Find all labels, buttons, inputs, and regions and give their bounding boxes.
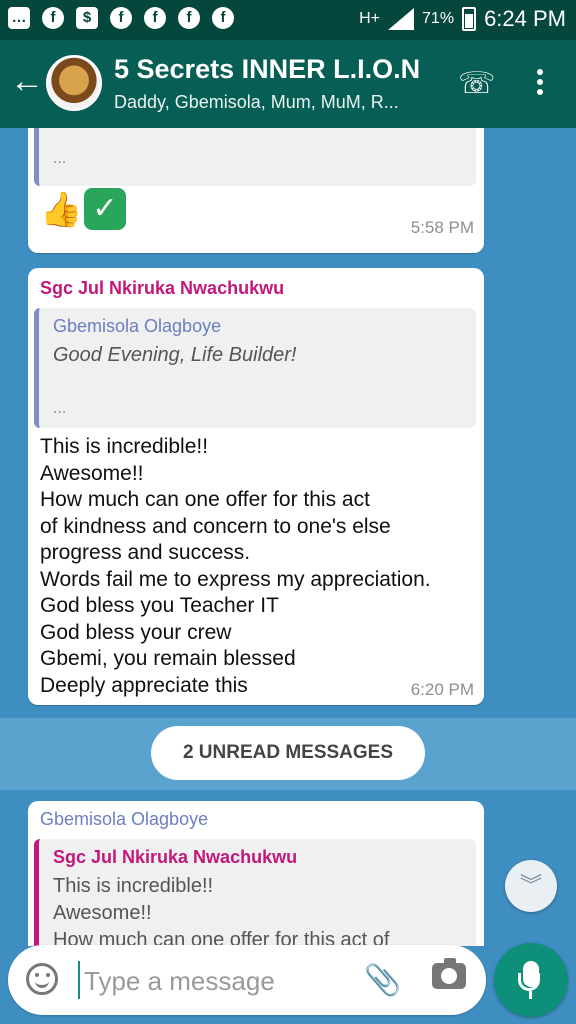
sender-name[interactable]: Sgc Jul Nkiruka Nwachukwu — [40, 278, 284, 299]
add-call-icon[interactable]: ☏ — [458, 66, 496, 101]
messages-notification-icon: … — [8, 7, 30, 29]
unread-divider: 2 UNREAD MESSAGES — [0, 718, 576, 790]
facebook-notification-icon-4: f — [178, 7, 200, 29]
camera-icon[interactable] — [432, 958, 466, 989]
emoji-icon[interactable] — [26, 963, 58, 995]
facebook-notification-icon-2: f — [110, 7, 132, 29]
voice-message-button[interactable] — [494, 943, 568, 1017]
facebook-notification-icon-5: f — [212, 7, 234, 29]
thumbs-up-icon: 👍 — [40, 191, 83, 229]
message-composer[interactable]: 📎 — [8, 945, 486, 1015]
message-time: 5:58 PM — [410, 218, 474, 237]
quoted-message[interactable]: Sgc Jul Nkiruka Nwachukwu This is incred… — [34, 839, 476, 946]
quote-text: This is incredible!! Awesome!! How much … — [53, 875, 390, 946]
message-time: 6:20 PM — [410, 680, 474, 699]
sender-name[interactable]: Gbemisola Olagboye — [40, 809, 208, 830]
text-cursor — [78, 961, 80, 999]
microphone-stand — [518, 973, 540, 991]
microphone-base — [529, 991, 532, 999]
group-avatar[interactable] — [46, 55, 102, 111]
chat-area[interactable]: ... 👍 ✓ 5:58 PM Sgc Jul Nkiruka Nwachukw… — [0, 128, 576, 946]
message-bubble[interactable]: Sgc Jul Nkiruka Nwachukwu Gbemisola Olag… — [28, 268, 484, 705]
quote-text: Good Evening, Life Builder! — [53, 344, 297, 366]
battery-percent: 71% — [422, 10, 455, 27]
more-options-icon[interactable] — [530, 66, 550, 100]
message-bubble[interactable]: Gbemisola Olagboye Sgc Jul Nkiruka Nwach… — [28, 801, 484, 946]
quoted-message[interactable]: Gbemisola Olagboye Good Evening, Life Bu… — [34, 308, 476, 428]
quote-author: Sgc Jul Nkiruka Nwachukwu — [53, 847, 298, 867]
clock: 6:24 PM — [484, 6, 566, 31]
message-bubble[interactable]: ... 👍 ✓ 5:58 PM — [28, 128, 484, 253]
quote-ellipsis: ... — [53, 150, 67, 167]
quote-author: Gbemisola Olagboye — [53, 316, 222, 336]
signal-icon — [388, 8, 415, 30]
facebook-notification-icon-3: f — [144, 7, 166, 29]
message-input[interactable] — [82, 957, 356, 1005]
scroll-to-bottom-button[interactable]: ︾ — [505, 860, 557, 912]
group-name[interactable]: 5 Secrets INNER L.I.O.N — [114, 54, 420, 85]
money-app-notification-icon: $ — [76, 7, 98, 29]
chat-header: ← 5 Secrets INNER L.I.O.N Daddy, Gbemiso… — [0, 40, 576, 128]
message-text: This is incredible!! Awesome!! How much … — [40, 435, 431, 697]
battery-icon — [462, 7, 477, 31]
network-type: H+ — [359, 10, 381, 27]
unread-messages-label: 2 UNREAD MESSAGES — [151, 726, 425, 780]
quoted-message[interactable]: ... — [34, 128, 476, 186]
attachment-icon[interactable]: 📎 — [364, 963, 401, 998]
back-arrow-icon[interactable]: ← — [10, 64, 44, 98]
group-members[interactable]: Daddy, Gbemisola, Mum, MuM, R... — [114, 92, 399, 113]
facebook-notification-icon: f — [42, 7, 64, 29]
chevron-double-down-icon: ︾ — [519, 873, 542, 898]
check-mark-icon: ✓ — [84, 188, 126, 230]
quote-ellipsis: ... — [53, 400, 67, 417]
status-bar: … f $ f f f f H+ 71% 6:24 PM — [0, 0, 576, 40]
